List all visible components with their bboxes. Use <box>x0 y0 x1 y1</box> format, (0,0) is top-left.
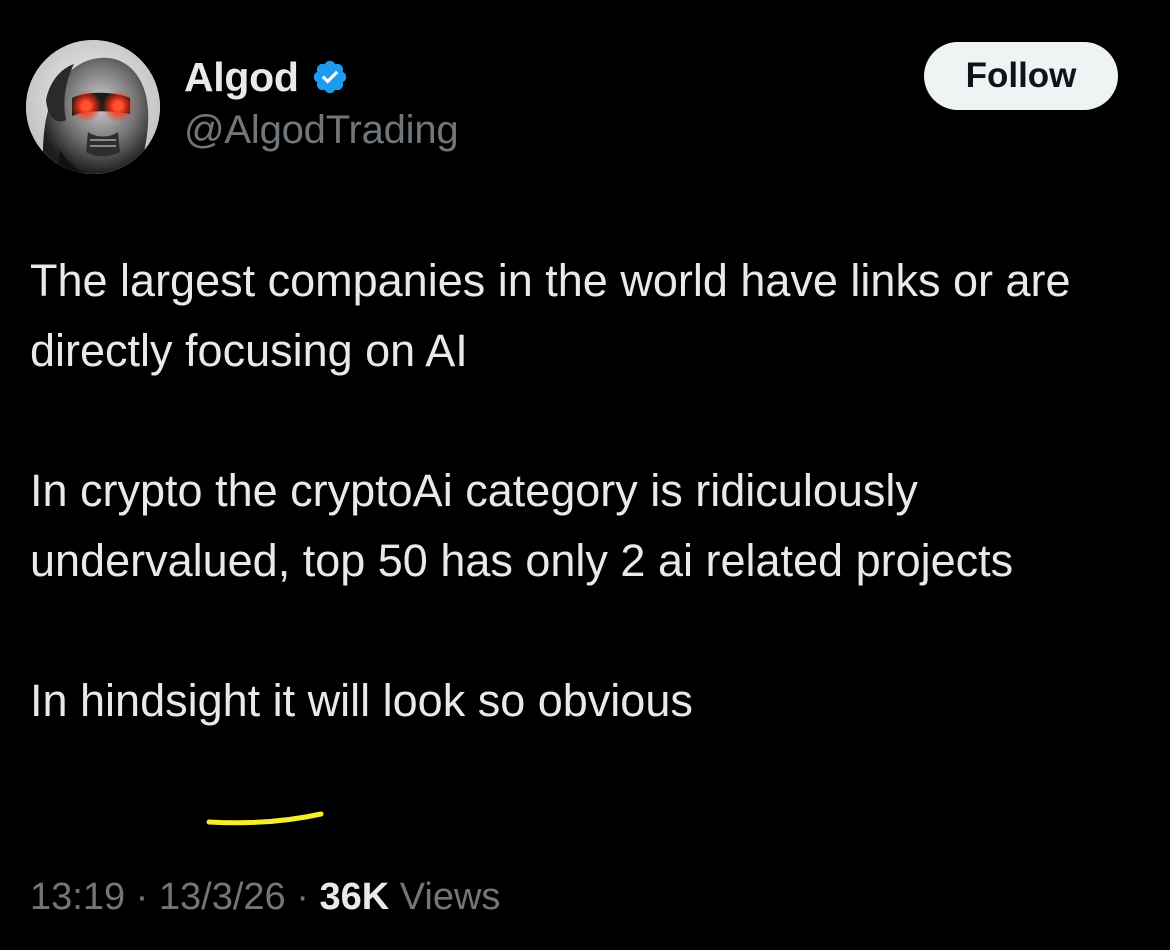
views-count[interactable]: 36K <box>319 876 389 919</box>
tweet-meta: 13:19 · 13/3/26 · 36K Views <box>30 876 500 919</box>
tweet-text: The largest companies in the world have … <box>30 246 1150 736</box>
avatar[interactable] <box>26 40 160 174</box>
tweet-paragraph: In crypto the cryptoAi category is ridic… <box>30 465 1014 586</box>
meta-separator: · <box>285 876 320 918</box>
author-name-row: Algod <box>184 52 349 102</box>
author-handle[interactable]: @AlgodTrading <box>184 108 459 153</box>
meta-separator: · <box>125 876 159 918</box>
tweet-date[interactable]: 13/3/26 <box>159 876 286 919</box>
robot-face-avatar-icon <box>26 40 160 174</box>
yellow-underline-mark <box>206 811 324 826</box>
tweet-paragraph: In hindsight it will look so obvious <box>30 675 693 726</box>
views-label: Views <box>389 876 501 918</box>
follow-button[interactable]: Follow <box>924 42 1118 110</box>
tweet-time[interactable]: 13:19 <box>30 876 125 919</box>
verified-badge-icon <box>311 58 349 96</box>
author-display-name[interactable]: Algod <box>184 54 299 101</box>
tweet-paragraph: The largest companies in the world have … <box>30 255 1071 376</box>
